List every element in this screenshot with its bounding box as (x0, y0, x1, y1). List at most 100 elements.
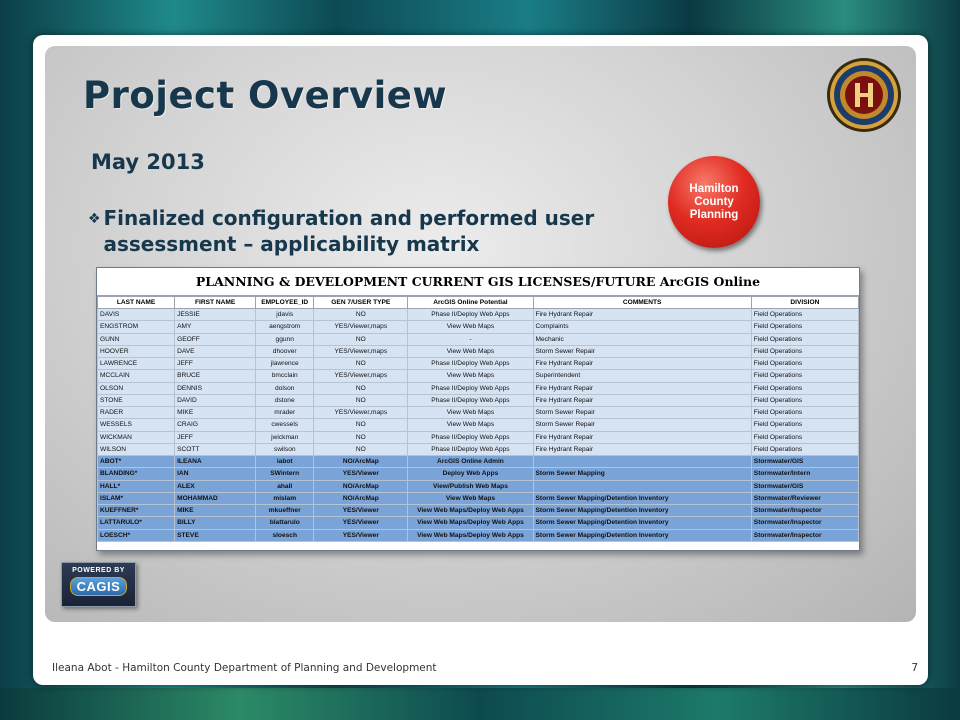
powered-by-text: POWERED BY (72, 567, 125, 574)
table-cell: Complaints (532, 320, 752, 334)
table-cell: Field Operations (750, 369, 859, 383)
table-row: ABOT* ILEANA iabot NO/ArcMap ArcGIS Online A… (97, 454, 859, 469)
table-cell: JEFF (174, 356, 257, 371)
table-row: WESSELS CRAIG cwessels NO View Web Maps Storm… (97, 418, 859, 432)
table-cell: Fire Hydrant Repair (532, 393, 752, 408)
table-cell: Phase II/Deploy Web Apps (407, 307, 534, 322)
table-cell: Phase II/Deploy Web Apps (407, 356, 534, 371)
table-cell: sloesch (255, 528, 315, 542)
table-cell: cwessels (255, 418, 315, 432)
table-cell: ENGSTROM (97, 320, 176, 334)
table-cell: Stormwater/GIS (750, 454, 859, 469)
table-cell: RADER (97, 405, 176, 420)
table-cell: Field Operations (750, 405, 859, 420)
table-cell: jwickman (255, 430, 315, 444)
table-cell: WICKMAN (97, 430, 176, 444)
table-cell: Phase II/Deploy Web Apps (407, 442, 534, 457)
table-cell: Stormwater/GIS (750, 479, 859, 493)
cagis-logo-text: CAGIS (69, 577, 128, 596)
table-cell: YES/Viewer,maps (313, 369, 409, 383)
table-row: ENGSTROM AMY aengstrom YES/Viewer,maps View … (97, 320, 859, 334)
table-cell: OLSON (97, 381, 176, 395)
column-header: COMMENTS (532, 296, 752, 309)
table-cell: Field Operations (750, 320, 859, 334)
table-cell: ahall (255, 479, 315, 493)
table-cell: DENNIS (174, 381, 257, 395)
table-cell: Storm Sewer Repair (532, 405, 752, 420)
table-row: DAVIS JESSIE jdavis NO Phase II/Deploy Web A… (97, 307, 859, 322)
table-cell: Field Operations (750, 332, 859, 346)
table-cell: Storm Sewer Repair (532, 418, 752, 432)
table-cell: View Web Maps (407, 418, 534, 432)
table-cell: JESSIE (174, 307, 257, 322)
table-body: DAVIS JESSIE jdavis NO Phase II/Deploy Web A… (97, 307, 859, 542)
table-cell: MCCLAIN (97, 369, 176, 383)
table-cell: Storm Sewer Mapping/Detention Inventory (532, 503, 752, 518)
table-cell: bmcclain (255, 369, 315, 383)
table-cell: dstone (255, 393, 315, 408)
table-cell: GEOFF (174, 332, 257, 346)
table-cell: Stormwater/Inspector (750, 503, 859, 518)
table-cell: NO/ArcMap (313, 454, 409, 469)
table-cell: NO (313, 430, 409, 444)
table-cell: NO (313, 332, 409, 346)
diamond-bullet-icon: ❖ (88, 211, 101, 227)
table-cell: STEVE (174, 528, 257, 542)
footer-text: Ileana Abot - Hamilton County Department… (52, 662, 437, 674)
table-cell: BLANDING* (97, 467, 176, 481)
matrix-title: PLANNING & DEVELOPMENT CURRENT GIS LICEN… (97, 268, 859, 296)
table-cell (532, 479, 752, 493)
table-cell: Field Operations (750, 442, 859, 457)
table-cell: Stormwater/Reviewer (750, 491, 859, 506)
table-cell: NO (313, 307, 409, 322)
table-cell: View Web Maps/Deploy Web Apps (407, 516, 534, 530)
table-cell: DAVIS (97, 307, 176, 322)
table-cell: NO (313, 418, 409, 432)
table-cell: Field Operations (750, 393, 859, 408)
table-cell: YES/Viewer,maps (313, 344, 409, 359)
table-cell: KUEFFNER* (97, 503, 176, 518)
table-row: LATTARULO* BILLY blattarulo YES/Viewer View … (97, 516, 859, 530)
table-cell: LATTARULO* (97, 516, 176, 530)
table-cell: LOESCH* (97, 528, 176, 542)
license-matrix-table: PLANNING & DEVELOPMENT CURRENT GIS LICEN… (96, 267, 860, 551)
table-row: HOOVER DAVE dhoover YES/Viewer,maps View Web… (97, 344, 859, 359)
table-cell: Field Operations (750, 356, 859, 371)
table-cell: SCOTT (174, 442, 257, 457)
table-cell: Stormwater/Inspector (750, 516, 859, 530)
table-cell: MIKE (174, 503, 257, 518)
table-cell: Fire Hydrant Repair (532, 442, 752, 457)
table-cell: View Web Maps (407, 369, 534, 383)
powered-by-cagis-logo: POWERED BY CAGIS (61, 562, 136, 607)
bullet-item: ❖ Finalized configuration and performed … (88, 205, 668, 257)
slide-title: Project Overview (83, 74, 448, 117)
table-cell: YES/Viewer,maps (313, 405, 409, 420)
table-cell: Field Operations (750, 381, 859, 395)
column-header: LAST NAME (97, 296, 176, 309)
table-cell: NO/ArcMap (313, 491, 409, 506)
table-cell: Superintendent (532, 369, 752, 383)
table-cell: NO (313, 356, 409, 371)
table-cell: Stormwater/Intern (750, 467, 859, 481)
table-cell: mrader (255, 405, 315, 420)
table-cell: dhoover (255, 344, 315, 359)
table-cell: View Web Maps (407, 491, 534, 506)
table-cell: MIKE (174, 405, 257, 420)
table-cell: blattarulo (255, 516, 315, 530)
table-cell: dolson (255, 381, 315, 395)
table-cell: AMY (174, 320, 257, 334)
column-header: DIVISION (750, 296, 859, 309)
table-cell: YES/Viewer,maps (313, 320, 409, 334)
table-cell: Phase II/Deploy Web Apps (407, 381, 534, 395)
table-cell: NO (313, 442, 409, 457)
table-cell: Storm Sewer Mapping/Detention Inventory (532, 516, 752, 530)
table-row: BLANDING* IAN SWintern YES/Viewer Deploy Web… (97, 467, 859, 481)
table-cell: DAVID (174, 393, 257, 408)
table-cell: DAVE (174, 344, 257, 359)
table-cell: ISLAM* (97, 491, 176, 506)
background-band (0, 688, 960, 720)
table-row: WICKMAN JEFF jwickman NO Phase II/Deploy Web… (97, 430, 859, 444)
table-cell: Phase II/Deploy Web Apps (407, 430, 534, 444)
column-header: ArcGIS Online Potential (407, 296, 534, 309)
table-cell: mislam (255, 491, 315, 506)
